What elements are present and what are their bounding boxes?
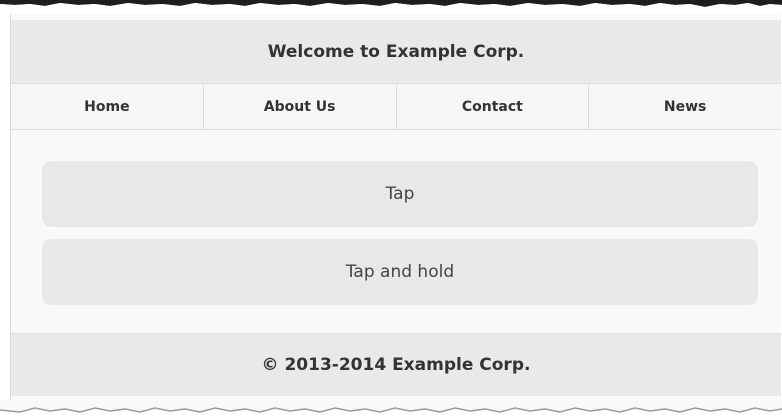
nav-item-about-us[interactable]: About Us (204, 84, 397, 129)
main-content: Tap Tap and hold (11, 130, 781, 333)
nav-item-news[interactable]: News (589, 84, 781, 129)
torn-edge-top (0, 0, 782, 14)
nav-item-label: About Us (263, 98, 336, 115)
nav-bar: Home About Us Contact News (11, 84, 781, 130)
tap-and-hold-button-label: Tap and hold (345, 262, 455, 282)
page-title: Welcome to Example Corp. (267, 41, 525, 62)
nav-item-label: News (663, 98, 707, 115)
tap-and-hold-button[interactable]: Tap and hold (42, 239, 758, 305)
nav-item-label: Contact (461, 98, 523, 115)
nav-item-home[interactable]: Home (11, 84, 204, 129)
tap-button-label: Tap (385, 184, 415, 204)
footer-text: © 2013-2014 Example Corp. (261, 355, 531, 375)
app-frame: Welcome to Example Corp. Home About Us C… (10, 6, 781, 408)
nav-item-label: Home (84, 98, 130, 115)
tap-button[interactable]: Tap (42, 161, 758, 227)
page-footer: © 2013-2014 Example Corp. (11, 333, 781, 396)
page-header: Welcome to Example Corp. (11, 20, 781, 84)
torn-edge-bottom (0, 400, 782, 413)
nav-item-contact[interactable]: Contact (397, 84, 590, 129)
